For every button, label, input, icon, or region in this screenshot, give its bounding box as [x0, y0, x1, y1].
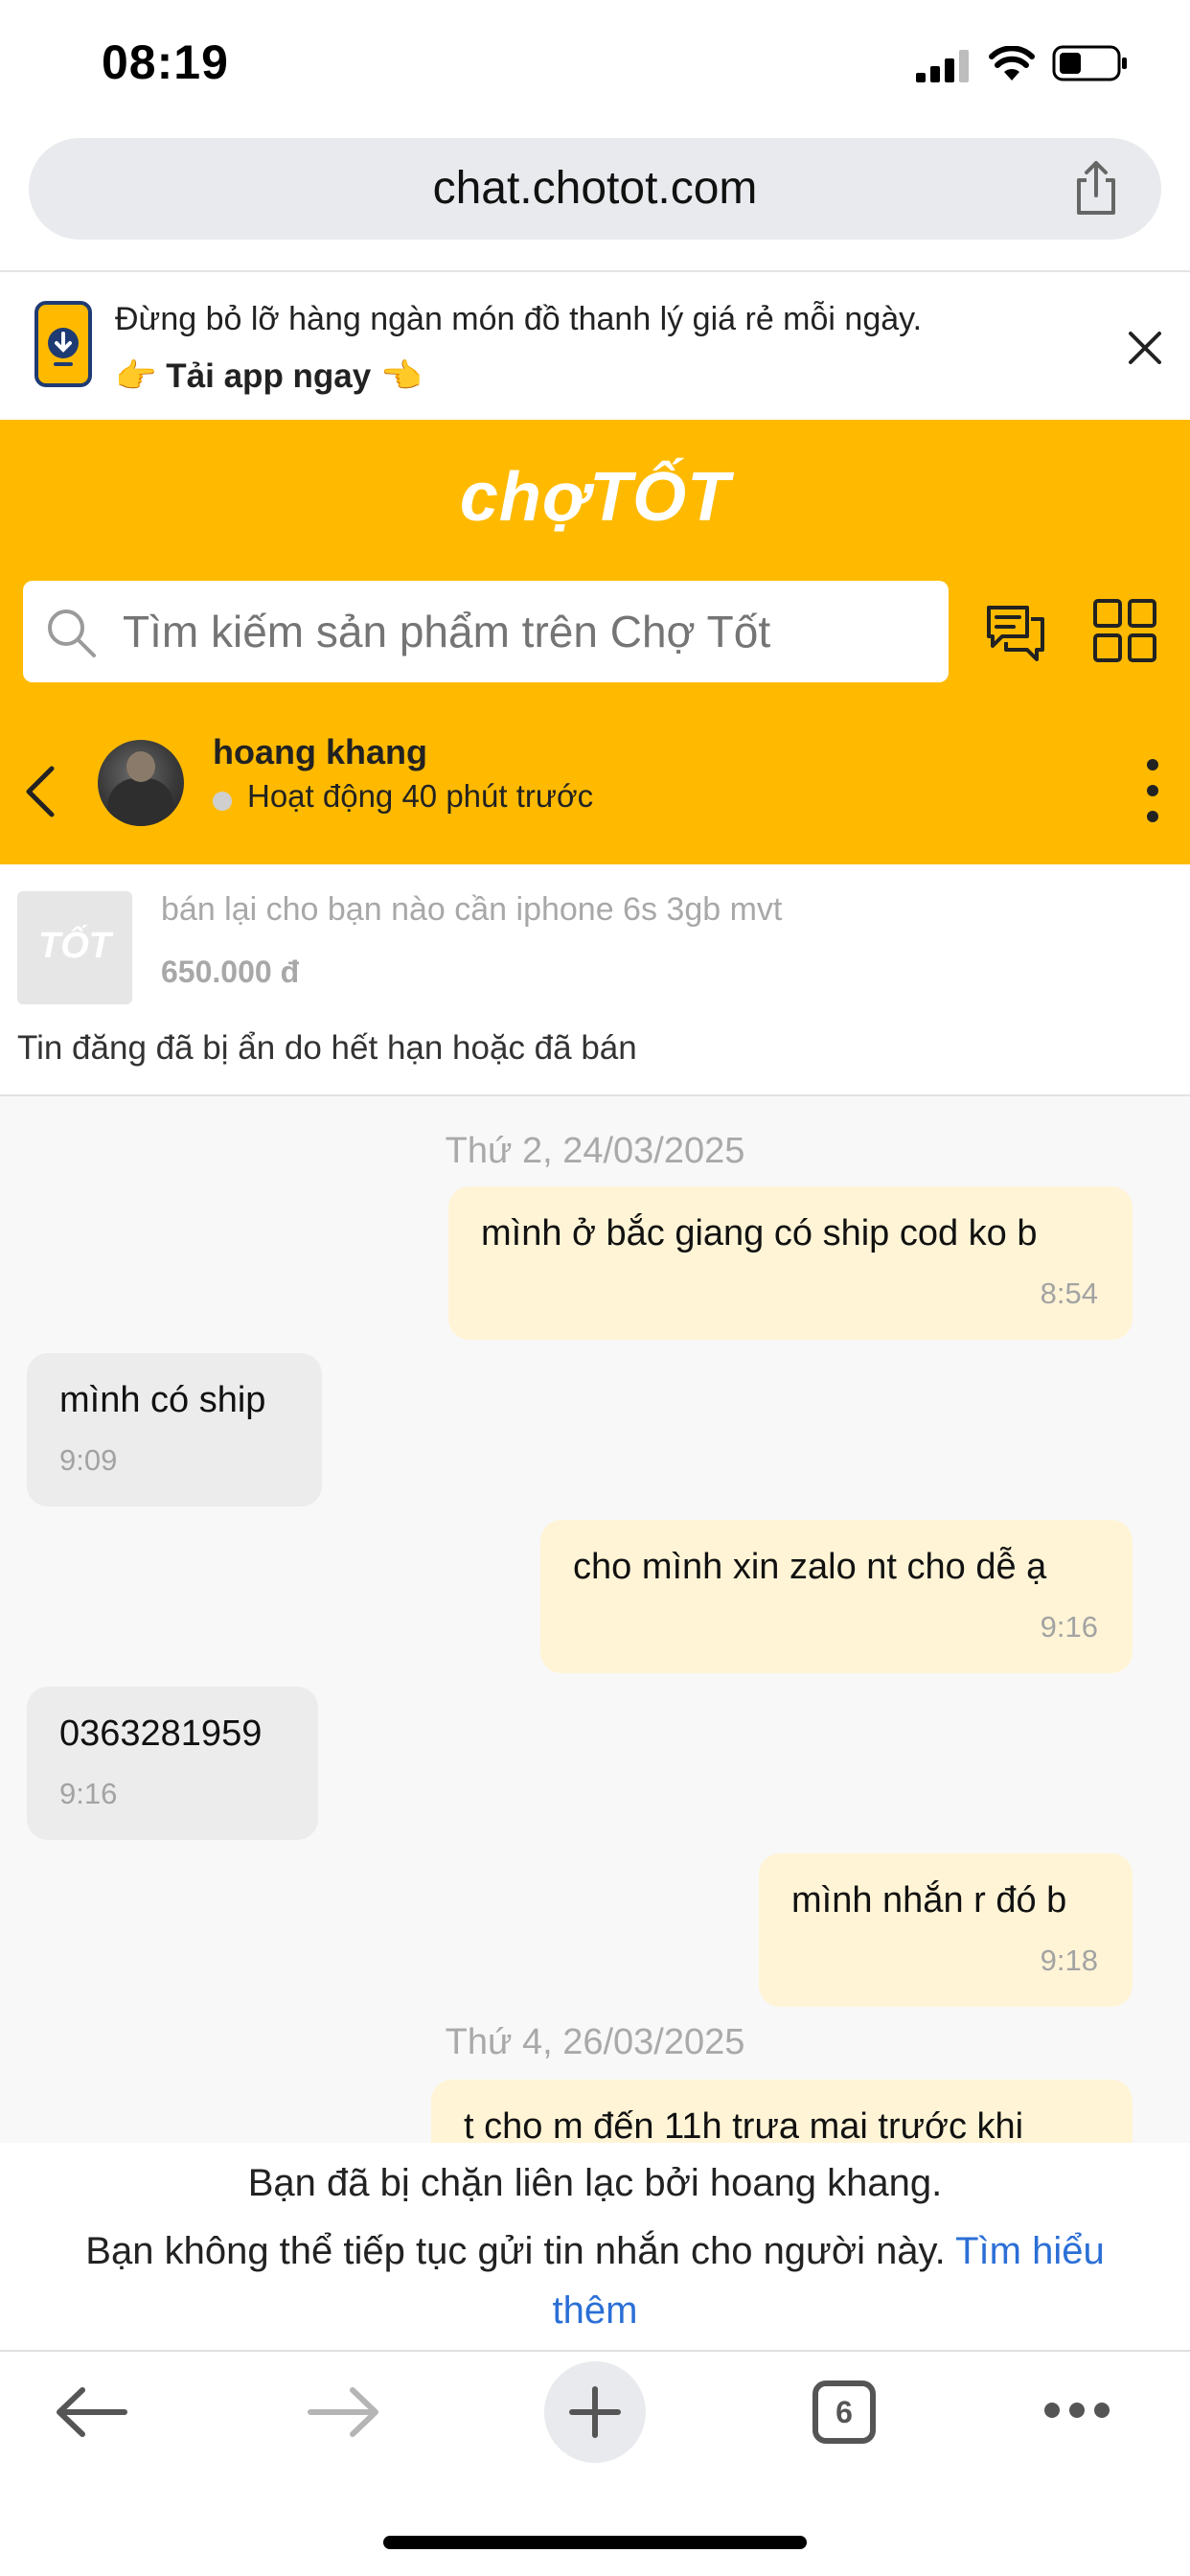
tabs-button[interactable]: 6: [812, 2380, 876, 2444]
message-time: 9:18: [1040, 1944, 1098, 1977]
share-icon[interactable]: [1065, 157, 1127, 218]
status-time: 08:19: [102, 35, 229, 89]
message-time: 9:16: [59, 1777, 118, 1810]
chotot-logo[interactable]: chợTỐT: [0, 458, 1190, 537]
message-time: 9:09: [59, 1443, 118, 1477]
divider: [0, 270, 1190, 272]
message-outgoing[interactable]: t cho m đến 11h trưa mai trước khi: [431, 2080, 1133, 2143]
listing-title[interactable]: bán lại cho bạn nào cần iphone 6s 3gb mv…: [161, 891, 782, 929]
chat-icon[interactable]: [985, 602, 1046, 663]
menu-grid-icon[interactable]: [1092, 598, 1157, 663]
cellular-signal-icon: [916, 50, 969, 82]
close-icon[interactable]: [1123, 326, 1167, 370]
blocked-explanation-text: Bạn không thể tiếp tục gửi tin nhắn cho …: [85, 2230, 946, 2272]
back-icon[interactable]: [23, 765, 57, 818]
site-header: chợTỐT hoang khang Hoạt động 40 phút trư…: [0, 420, 1190, 864]
avatar-face: [126, 751, 155, 782]
offline-status-dot: [213, 792, 232, 811]
message-time: 9:16: [1040, 1610, 1098, 1644]
message-outgoing[interactable]: mình ở bắc giang có ship cod ko b 8:54: [448, 1186, 1133, 1340]
more-options-icon[interactable]: [1146, 757, 1159, 824]
seller-name[interactable]: hoang khang: [213, 732, 427, 772]
message-text: cho mình xin zalo nt cho dễ ạ: [573, 1547, 1047, 1587]
address-bar[interactable]: chat.chotot.com: [29, 138, 1161, 240]
blocked-notice: Bạn đã bị chặn liên lạc bởi hoang khang.…: [0, 2143, 1190, 2350]
placeholder-logo: TỐT: [38, 926, 111, 966]
listing-thumbnail[interactable]: TỐT: [17, 891, 132, 1004]
message-time: 8:54: [1040, 1276, 1098, 1310]
home-indicator: [383, 2536, 807, 2549]
more-menu-icon[interactable]: [1042, 2398, 1111, 2423]
browser-forward-icon[interactable]: [305, 2382, 381, 2442]
search-icon: [48, 610, 96, 657]
search-input[interactable]: [123, 581, 927, 682]
message-incoming[interactable]: mình có ship 9:09: [27, 1353, 322, 1506]
listing-price: 650.000 đ: [161, 954, 300, 989]
url-text[interactable]: chat.chotot.com: [29, 138, 1161, 240]
message-text: 0363281959: [59, 1714, 263, 1754]
app-banner-text: Đừng bỏ lỡ hàng ngàn món đồ thanh lý giá…: [115, 301, 923, 337]
avatar-photo: [107, 778, 174, 826]
message-outgoing[interactable]: cho mình xin zalo nt cho dễ ạ 9:16: [540, 1520, 1133, 1673]
divider: [0, 2350, 1190, 2352]
chat-messages[interactable]: Thứ 2, 24/03/2025 mình ở bắc giang có sh…: [0, 1096, 1190, 2143]
seller-last-active: Hoạt động 40 phút trước: [247, 778, 594, 814]
date-separator: Thứ 2, 24/03/2025: [445, 1131, 745, 1171]
message-text: mình ở bắc giang có ship cod ko b: [481, 1213, 1038, 1254]
blocked-message: Bạn đã bị chặn liên lạc bởi hoang khang.: [247, 2162, 943, 2204]
new-tab-button[interactable]: [544, 2361, 646, 2463]
message-text: mình có ship: [59, 1380, 266, 1420]
plus-icon: [569, 2386, 621, 2438]
message-text: t cho m đến 11h trưa mai trước khi: [464, 2106, 1024, 2143]
message-text: mình nhắn r đó b: [791, 1880, 1067, 1920]
date-separator: Thứ 4, 26/03/2025: [445, 2022, 745, 2062]
download-app-link[interactable]: 👉 Tải app ngay 👈: [115, 356, 423, 396]
browser-back-icon[interactable]: [54, 2382, 130, 2442]
search-box[interactable]: [23, 581, 949, 682]
avatar[interactable]: [98, 740, 184, 826]
wifi-icon: [989, 46, 1035, 80]
listing-hidden-note: Tin đăng đã bị ẩn do hết hạn hoặc đã bán: [17, 1029, 637, 1067]
message-incoming[interactable]: 0363281959 9:16: [27, 1687, 318, 1840]
download-app-icon: [34, 301, 92, 387]
message-outgoing[interactable]: mình nhắn r đó b 9:18: [759, 1853, 1133, 2007]
blocked-explanation: Bạn không thể tiếp tục gửi tin nhắn cho …: [38, 2221, 1152, 2340]
battery-icon: [1052, 45, 1127, 81]
